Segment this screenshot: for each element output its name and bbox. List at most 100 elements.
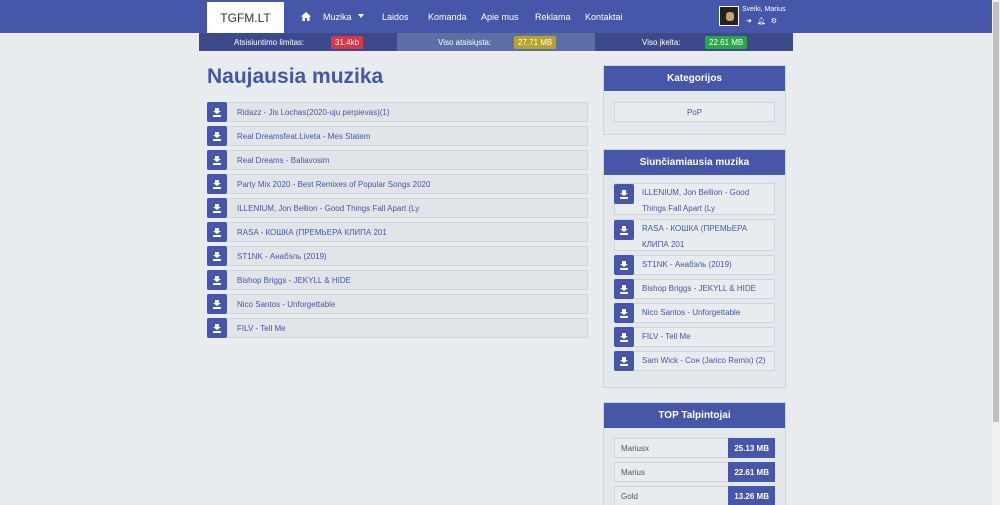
total-downloaded-stat: Viso atsisiųsta: 27.71 MB [397,33,595,51]
song-title[interactable]: Party Mix 2020 - Best Remixes of Popular… [237,180,430,189]
list-item[interactable]: RASA - КОШКА (ПРЕМЬЕРА КЛИПА 201 [614,219,775,251]
page-scrollbar[interactable] [992,0,1000,505]
download-icon [213,131,221,141]
download-icon [620,189,628,199]
logout-icon[interactable]: ➜ [746,17,752,25]
top-navbar: TGFM.LT Muzika Laidos Komanda Apie mus R… [0,0,992,33]
gear-icon[interactable]: ⚙ [771,17,777,25]
download-button[interactable] [207,150,227,170]
list-item[interactable]: ILLENIUM, Jon Bellion - Good Things Fall… [614,183,775,215]
scrollbar-thumb[interactable] [993,2,999,422]
song-title[interactable]: FILV - Tell Me [642,329,691,345]
category-pop-button[interactable]: PoP [614,102,775,122]
download-button[interactable] [207,126,227,146]
uploader-name: Gold [621,491,638,501]
download-icon [620,356,628,366]
list-item[interactable]: Ridazz - Jis Lochas(2020-uju perpievas)(… [207,102,588,122]
song-title[interactable]: Real Dreamsfeat.Liveta - Mes Statem [237,132,370,141]
download-button[interactable] [207,198,227,218]
song-title[interactable]: Nico Santos - Unforgettable [642,305,740,321]
total-downloaded-badge: 27.71 MB [514,35,557,49]
download-button[interactable] [207,246,227,266]
categories-title: Kategorijos [604,66,785,91]
categories-panel: Kategorijos PoP [603,65,786,135]
download-button[interactable] [207,318,227,338]
uploader-amount-badge: 22.61 MB [728,462,775,482]
download-icon [213,203,221,213]
uploader-name: Mariusx [621,443,650,453]
download-limit-label: Atsisiuntimo limitas: [234,37,305,47]
download-icon [213,275,221,285]
nav-kontaktai[interactable]: Kontaktai [585,0,623,33]
download-button[interactable] [207,270,227,290]
download-button[interactable] [614,351,634,371]
list-item[interactable]: FILV - Tell Me [614,327,775,347]
song-title[interactable]: Bishop Briggs - JEKYLL & HIDE [237,276,351,285]
download-icon [213,155,221,165]
list-item[interactable]: ILLENIUM, Jon Bellion - Good Things Fall… [207,198,588,218]
list-item[interactable]: Nico Santos - Unforgettable [614,303,775,323]
song-title[interactable]: Nico Santos - Unforgettable [237,300,335,309]
song-title[interactable]: ILLENIUM, Jon Bellion - Good Things Fall… [237,204,419,213]
download-button[interactable] [207,102,227,122]
download-button[interactable] [207,174,227,194]
download-button[interactable] [207,294,227,314]
song-title[interactable]: Real Dreams - Baliavosim [237,156,329,165]
song-title[interactable]: FILV - Tell Me [237,324,286,333]
top-uploaders-panel: TOP Talpintojai Mariusx 25.13 MB Marius 22… [603,402,786,505]
list-item[interactable]: Sam Wick - Сон (Jarico Remix) (2) [614,351,775,371]
song-title[interactable]: Sam Wick - Сон (Jarico Remix) (2) [642,353,766,369]
song-title[interactable]: ST1NK - Анабэль (2019) [237,252,327,261]
download-button[interactable] [614,220,634,240]
download-icon [213,227,221,237]
download-limit-badge: 31.4kb [331,35,364,49]
nav-muzika[interactable]: Muzika [323,0,364,33]
list-item[interactable]: ST1NK - Анабэль (2019) [207,246,588,266]
total-downloaded-label: Viso atsisiųsta: [438,37,492,47]
download-button[interactable] [614,255,634,275]
list-item[interactable]: Bishop Briggs - JEKYLL & HIDE [207,270,588,290]
list-item[interactable]: ST1NK - Анабэль (2019) [614,255,775,275]
download-icon [213,107,221,117]
uploader-amount-badge: 13.26 MB [728,486,775,505]
download-button[interactable] [614,327,634,347]
download-icon [213,179,221,189]
download-button[interactable] [614,303,634,323]
song-title[interactable]: RASA - КОШКА (ПРЕМЬЕРА КЛИПА 201 [642,224,747,249]
song-title[interactable]: Bishop Briggs - JEKYLL & HIDE [642,281,756,297]
nav-apie-mus[interactable]: Apie mus [481,0,519,33]
download-button[interactable] [207,222,227,242]
song-title[interactable]: RASA - КОШКА (ПРЕМЬЕРА КЛИПА 201 [237,228,387,237]
nav-reklama[interactable]: Reklama [535,0,571,33]
song-title[interactable]: ST1NK - Анабэль (2019) [642,257,732,273]
download-icon [213,299,221,309]
nav-laidos[interactable]: Laidos [382,0,409,33]
song-title[interactable]: ILLENIUM, Jon Bellion - Good Things Fall… [642,188,749,213]
list-item[interactable]: RASA - КОШКА (ПРЕМЬЕРА КЛИПА 201 [207,222,588,242]
list-item[interactable]: Real Dreams - Baliavosim [207,150,588,170]
top-downloaded-title: Siunčiamiausia muzika [604,150,785,175]
brand-logo[interactable]: TGFM.LT [207,2,284,33]
nav-komanda[interactable]: Komanda [428,0,467,33]
download-button[interactable] [614,279,634,299]
song-title[interactable]: Ridazz - Jis Lochas(2020-uju perpievas)(… [237,108,390,117]
list-item[interactable]: Party Mix 2020 - Best Remixes of Popular… [207,174,588,194]
list-item[interactable]: FILV - Tell Me [207,318,588,338]
top-uploaders-list: Mariusx 25.13 MB Marius 22.61 MB Gold 13.26… [604,428,785,505]
download-button[interactable] [614,184,634,204]
avatar[interactable] [719,6,739,26]
stats-bar: Atsisiuntimo limitas: 31.4kb Viso atsisi… [199,33,793,51]
top-downloaded-panel: Siunčiamiausia muzika ILLENIUM, Jon Bell… [603,149,786,388]
uploader-amount-badge: 25.13 MB [728,438,775,458]
total-uploaded-badge: 22.61 MB [705,35,748,49]
list-item[interactable]: Nico Santos - Unforgettable [207,294,588,314]
download-icon [620,308,628,318]
list-item[interactable]: Real Dreamsfeat.Liveta - Mes Statem [207,126,588,146]
bell-icon[interactable]: 🔔︎ [757,17,766,25]
download-icon [620,284,628,294]
top-downloaded-list: ILLENIUM, Jon Bellion - Good Things Fall… [604,175,785,381]
list-item[interactable]: Bishop Briggs - JEKYLL & HIDE [614,279,775,299]
home-icon[interactable] [301,0,311,33]
download-icon [620,225,628,235]
user-greeting: Sveiki, Marius [742,6,786,13]
